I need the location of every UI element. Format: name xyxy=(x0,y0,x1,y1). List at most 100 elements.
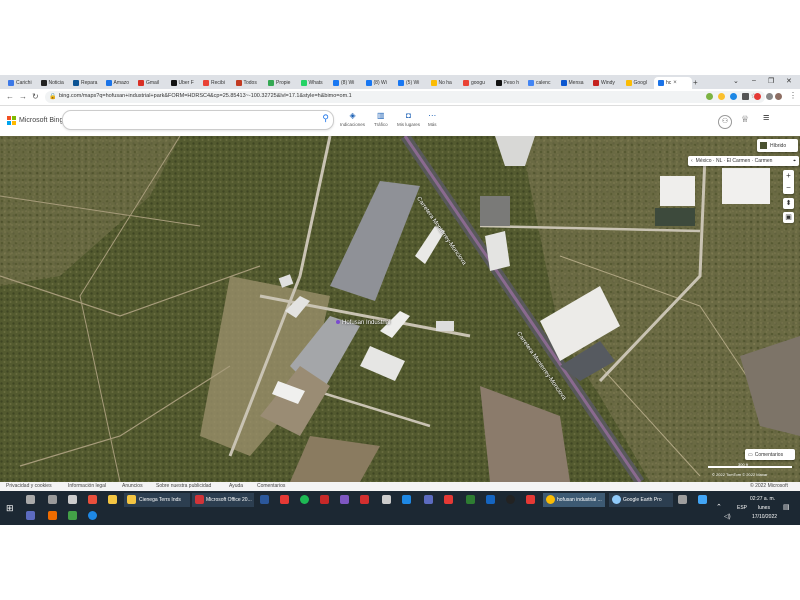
satellite-map[interactable]: Carretera Monterrey-Monclova Carretera M… xyxy=(0,136,800,482)
extension-icon[interactable] xyxy=(754,93,761,100)
user-account-icon[interactable]: ⚇ xyxy=(718,115,732,129)
pitch-icon[interactable]: ⬍ xyxy=(783,198,794,209)
app-icon[interactable] xyxy=(88,495,97,504)
app-icon[interactable] xyxy=(466,495,475,504)
directions-button[interactable]: ◈ Indicaciones xyxy=(340,111,365,127)
browser-tab[interactable]: Propie xyxy=(264,77,300,89)
app-icon[interactable] xyxy=(678,495,687,504)
search-icon[interactable]: ⚲ xyxy=(322,113,329,124)
extension-icon[interactable] xyxy=(718,93,725,100)
active-browser-tab[interactable]: hc × xyxy=(654,77,692,89)
browser-tab[interactable]: googu xyxy=(459,77,495,89)
app-icon[interactable] xyxy=(486,495,495,504)
app-icon[interactable] xyxy=(360,495,369,504)
camera-icon[interactable] xyxy=(382,495,391,504)
reload-icon[interactable]: ↻ xyxy=(32,92,39,101)
browser-tab[interactable]: Googl xyxy=(622,77,658,89)
taskbar-window-button[interactable]: Microsoft Office 20... xyxy=(192,493,254,507)
extension-icon[interactable] xyxy=(706,93,713,100)
app-icon[interactable] xyxy=(506,495,515,504)
browser-tab[interactable]: Uber F xyxy=(167,77,203,89)
footer-link[interactable]: Privacidad y cookies xyxy=(6,483,52,489)
browser-tab[interactable]: Peso h xyxy=(492,77,528,89)
app-icon[interactable] xyxy=(444,495,453,504)
app-icon[interactable] xyxy=(26,495,35,504)
locate-me-icon[interactable]: ⌖ xyxy=(793,158,796,164)
footer-link[interactable]: Ayuda xyxy=(229,483,243,489)
app-icon[interactable] xyxy=(48,495,57,504)
app-icon[interactable] xyxy=(320,495,329,504)
spotify-icon[interactable] xyxy=(300,495,309,504)
footer-link[interactable]: Anuncios xyxy=(122,483,143,489)
clock-time[interactable]: 02:27 a. m. xyxy=(750,496,775,502)
location-breadcrumb[interactable]: ‹ México · NL · El Carmen · Carmen ⌖ xyxy=(688,156,799,166)
browser-tab[interactable]: Repara xyxy=(69,77,105,89)
traffic-button[interactable]: ▥ Tráfico xyxy=(374,111,388,127)
browser-tab[interactable]: Whats xyxy=(297,77,333,89)
tray-chevron-icon[interactable]: ⌃ xyxy=(716,503,722,511)
extension-icon[interactable] xyxy=(730,93,737,100)
close-window-icon[interactable]: ✕ xyxy=(786,77,792,85)
hamburger-menu-icon[interactable]: ≡ xyxy=(763,112,769,124)
browser-tab[interactable]: Recibi xyxy=(199,77,235,89)
rewards-icon[interactable]: ♕ xyxy=(741,114,749,125)
url-text[interactable]: bing.com/maps?q=hofusan+industrial+park&… xyxy=(59,93,352,99)
my-places-button[interactable]: ◘ Mis lugares xyxy=(397,111,420,127)
url-bar[interactable]: 🔒 bing.com/maps?q=hofusan+industrial+par… xyxy=(45,91,765,103)
more-button[interactable]: ⋯ Más xyxy=(428,111,437,127)
windows-start-icon[interactable]: ⊞ xyxy=(6,503,14,514)
sidebar-icon[interactable] xyxy=(766,93,773,100)
clock-day[interactable]: lunes xyxy=(758,505,770,511)
poi-label[interactable]: Hofusan Industrial xyxy=(336,320,390,326)
taskbar-window-button-active[interactable]: hofusan industrial ... xyxy=(543,493,605,507)
word-icon[interactable] xyxy=(260,495,269,504)
browser-tab[interactable]: Amazo xyxy=(102,77,138,89)
search-input[interactable]: ⚲ xyxy=(62,110,334,130)
streetside-icon[interactable]: ▣ xyxy=(783,212,794,223)
footer-link[interactable]: Sobre nuestra publicidad xyxy=(156,483,211,489)
maximize-icon[interactable]: ❐ xyxy=(768,77,774,85)
browser-tab[interactable]: Mensa xyxy=(557,77,593,89)
app-icon[interactable] xyxy=(698,495,707,504)
map-style-button[interactable]: Híbrido xyxy=(757,139,798,152)
browser-tab[interactable]: (5) Wi xyxy=(394,77,430,89)
browser-tab[interactable]: (8) Wi xyxy=(362,77,398,89)
browser-tab[interactable]: Windy xyxy=(589,77,625,89)
tab-search-icon[interactable]: ⌄ xyxy=(733,77,739,85)
app-icon[interactable] xyxy=(68,495,77,504)
footer-link[interactable]: Comentarios xyxy=(257,483,285,489)
file-explorer-icon[interactable] xyxy=(108,495,117,504)
forward-icon[interactable]: → xyxy=(19,92,27,101)
bing-logo[interactable]: Microsoft Bing xyxy=(7,116,63,125)
app-icon[interactable] xyxy=(48,511,57,520)
zoom-out-icon[interactable]: − xyxy=(783,182,794,194)
notifications-icon[interactable]: ▤ xyxy=(783,503,790,511)
footer-link[interactable]: Información legal xyxy=(68,483,106,489)
app-icon[interactable] xyxy=(526,495,535,504)
browser-menu-icon[interactable]: ⋮ xyxy=(789,91,797,100)
back-icon[interactable]: ← xyxy=(6,92,14,101)
taskbar-window-button[interactable]: Google Earth Pro xyxy=(609,493,673,507)
app-icon[interactable] xyxy=(68,511,77,520)
app-icon[interactable] xyxy=(280,495,289,504)
close-tab-icon[interactable]: × xyxy=(673,80,677,86)
browser-tab[interactable]: Gmail xyxy=(134,77,170,89)
app-icon[interactable] xyxy=(402,495,411,504)
browser-tab[interactable]: (8) Wi xyxy=(329,77,365,89)
app-icon[interactable] xyxy=(340,495,349,504)
minimize-icon[interactable]: – xyxy=(752,77,756,84)
teams-icon[interactable] xyxy=(424,495,433,504)
extensions-puzzle-icon[interactable] xyxy=(742,93,749,100)
browser-tab[interactable]: calenc xyxy=(524,77,560,89)
edge-icon[interactable] xyxy=(88,511,97,520)
clock-date[interactable]: 17/10/2022 xyxy=(752,514,777,520)
profile-avatar[interactable] xyxy=(775,93,782,100)
new-tab-button[interactable]: + xyxy=(693,78,698,87)
app-icon[interactable] xyxy=(26,511,35,520)
language-indicator[interactable]: ESP xyxy=(737,505,747,511)
feedback-button[interactable]: ▭ Comentarios xyxy=(745,449,795,460)
taskbar-window-button[interactable]: Cienega Terrs Inds xyxy=(124,493,190,507)
browser-tab[interactable]: Noticia xyxy=(37,77,73,89)
browser-tab[interactable]: No ha xyxy=(427,77,463,89)
browser-tab[interactable]: Todos xyxy=(232,77,268,89)
